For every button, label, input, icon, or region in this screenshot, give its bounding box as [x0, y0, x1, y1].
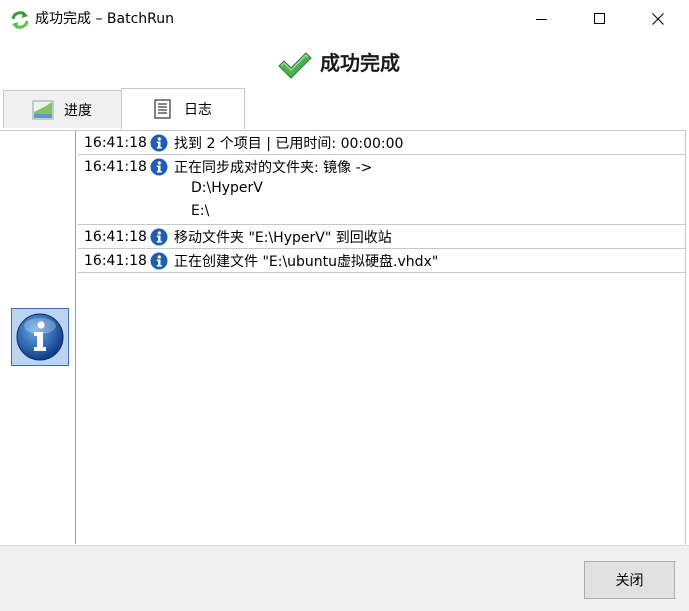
log-message: 正在同步成对的文件夹: 镜像 -> — [174, 159, 373, 176]
maximize-icon — [594, 13, 605, 24]
info-icon — [150, 134, 168, 151]
close-button[interactable]: 关闭 — [584, 561, 675, 599]
info-icon — [150, 158, 168, 175]
log-list[interactable]: 16:41:18 找到 2 个项目 | 已用时间: 00:00:00 16:41… — [78, 131, 685, 273]
side-panel — [0, 131, 76, 544]
status-header: 成功完成 — [0, 38, 689, 88]
log-panel: 16:41:18 找到 2 个项目 | 已用时间: 00:00:00 16:41… — [0, 130, 686, 545]
footer-bar: 关闭 — [0, 545, 689, 611]
tab-log-label: 日志 — [184, 102, 212, 118]
page-title: 成功完成 — [320, 51, 400, 75]
window-title: 成功完成 – BatchRun — [35, 11, 174, 27]
log-time: 16:41:18 — [84, 252, 147, 269]
log-message: 正在创建文件 "E:\ubuntu虚拟硬盘.vhdx" — [174, 253, 439, 270]
log-entry[interactable]: 16:41:18 移动文件夹 "E:\HyperV" 到回收站 — [78, 225, 685, 249]
info-icon — [150, 252, 168, 269]
tab-progress[interactable]: 进度 — [3, 90, 122, 128]
log-list-icon — [154, 99, 171, 119]
tab-strip: 进度 日志 — [0, 88, 689, 130]
maximize-button[interactable] — [571, 0, 629, 38]
close-icon — [652, 13, 664, 25]
minimize-button[interactable] — [513, 0, 571, 38]
log-time: 16:41:18 — [84, 228, 147, 245]
tab-progress-label: 进度 — [64, 102, 92, 119]
log-entry[interactable]: 16:41:18 正在创建文件 "E:\ubuntu虚拟硬盘.vhdx" — [78, 249, 685, 273]
log-entry[interactable]: 16:41:18 正在同步成对的文件夹: 镜像 -> D:\HyperV E:\ — [78, 155, 685, 225]
log-message: 找到 2 个项目 | 已用时间: 00:00:00 — [174, 135, 404, 152]
info-large-icon — [16, 313, 64, 361]
close-window-button[interactable] — [629, 0, 687, 38]
minimize-icon — [536, 19, 547, 20]
checkmark-icon — [278, 52, 312, 79]
info-filter-button[interactable] — [11, 308, 69, 366]
progress-chart-icon — [32, 100, 54, 119]
title-bar: 成功完成 – BatchRun — [0, 0, 689, 38]
sync-arrows-icon — [11, 11, 29, 29]
log-continuation: E:\ — [191, 202, 210, 219]
log-time: 16:41:18 — [84, 158, 147, 175]
log-time: 16:41:18 — [84, 134, 147, 151]
log-entry[interactable]: 16:41:18 找到 2 个项目 | 已用时间: 00:00:00 — [78, 131, 685, 155]
tab-log[interactable]: 日志 — [121, 88, 245, 130]
info-icon — [150, 228, 168, 245]
log-message: 移动文件夹 "E:\HyperV" 到回收站 — [174, 229, 392, 246]
log-continuation: D:\HyperV — [191, 179, 263, 196]
